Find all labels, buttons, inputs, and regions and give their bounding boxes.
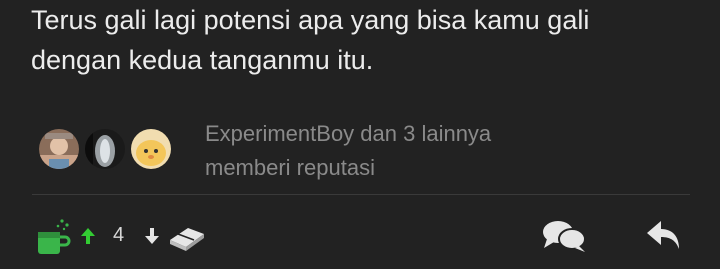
reply-arrow-icon[interactable] (643, 216, 685, 256)
user-avatar[interactable] (83, 127, 127, 171)
arrow-up-icon[interactable] (77, 225, 99, 247)
vote-count: 4 (113, 224, 125, 246)
post-body-line: Terus gali lagi potensi apa yang bisa ka… (31, 5, 590, 35)
post-container: Terus gali lagi potensi apa yang bisa ka… (0, 0, 720, 269)
post-body: Terus gali lagi potensi apa yang bisa ka… (31, 0, 691, 80)
user-avatar[interactable] (129, 127, 173, 171)
post-actions: 4 (0, 210, 720, 260)
divider (32, 194, 690, 195)
brick-icon[interactable] (167, 218, 207, 254)
cendol-cup-icon[interactable] (34, 218, 74, 258)
reputation-label: memberi reputasi (205, 155, 375, 180)
comment-bubbles-icon[interactable] (540, 216, 588, 256)
reputation-givers-link[interactable]: ExperimentBoy dan 3 lainnya (205, 117, 491, 151)
post-body-line: dengan kedua tanganmu itu. (31, 45, 374, 75)
reputation-text: ExperimentBoy dan 3 lainnya memberi repu… (205, 117, 491, 185)
arrow-down-icon[interactable] (141, 225, 163, 247)
user-avatar[interactable] (37, 127, 81, 171)
reputation-avatars[interactable] (37, 127, 177, 173)
reputation-section[interactable]: ExperimentBoy dan 3 lainnya memberi repu… (37, 115, 687, 185)
